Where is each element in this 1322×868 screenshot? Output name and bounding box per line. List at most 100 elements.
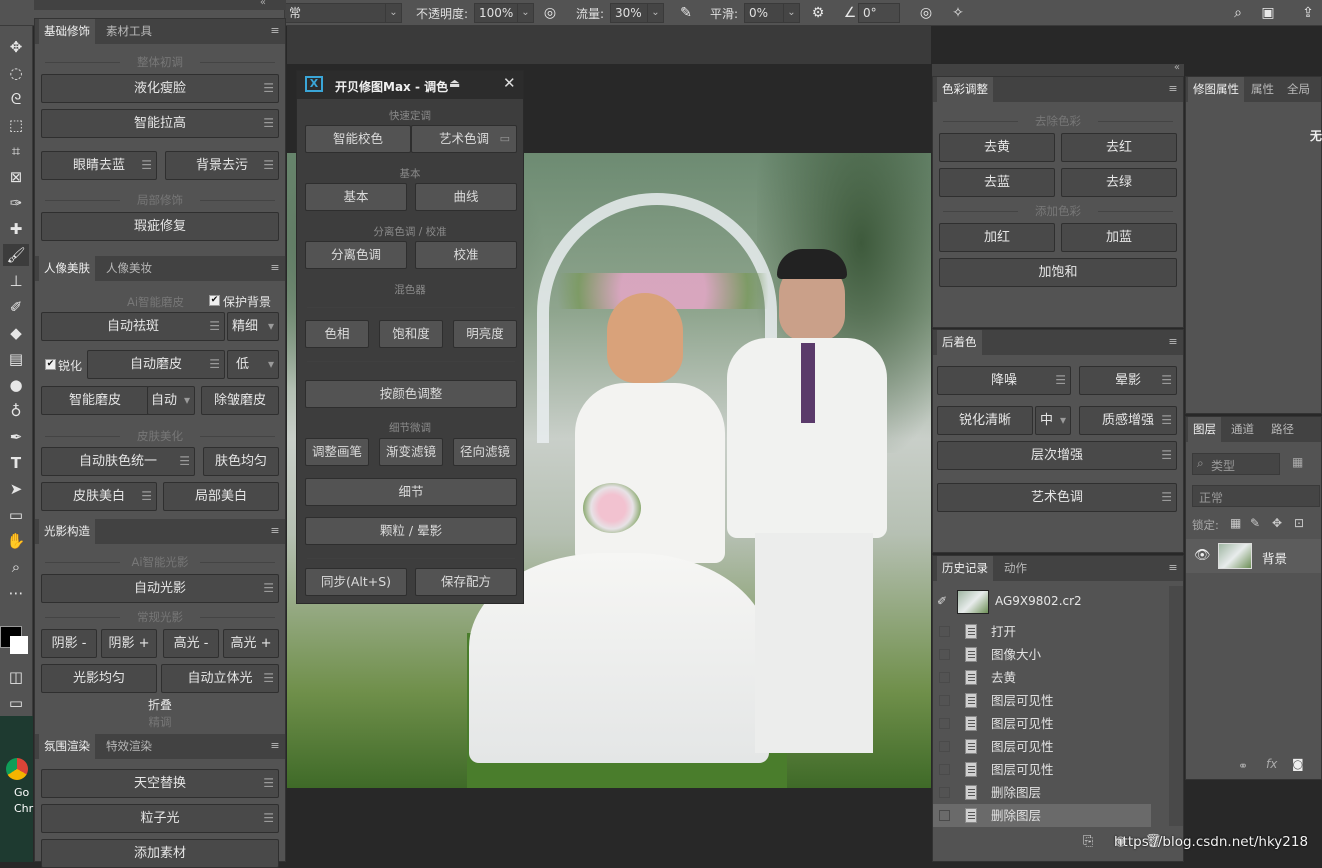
- airbrush-icon[interactable]: ✎: [676, 3, 696, 23]
- sky-replace-button[interactable]: 天空替换 ☰: [41, 769, 279, 798]
- denoise-button[interactable]: 降噪 ☰: [937, 366, 1071, 395]
- bg-clean-button[interactable]: 背景去污 ☰: [165, 151, 279, 180]
- history-item-selected[interactable]: 删除图层: [933, 804, 1151, 827]
- whiten-button[interactable]: 皮肤美白 ☰: [41, 482, 157, 511]
- light-even-button[interactable]: 光影均匀: [41, 664, 157, 693]
- history-scrollbar[interactable]: [1169, 586, 1183, 826]
- checkbox[interactable]: [939, 626, 950, 637]
- adjust-brush-button[interactable]: 调整画笔: [305, 438, 369, 466]
- sync-button[interactable]: 同步(Alt+S): [305, 568, 407, 596]
- screen-mode-icon[interactable]: ▭: [3, 692, 29, 714]
- flow-select[interactable]: 30% ⌄: [610, 3, 664, 23]
- frame-tool-icon[interactable]: ⊠: [3, 166, 29, 188]
- angle-input[interactable]: 0°: [858, 3, 900, 23]
- gradient-filter-button[interactable]: 渐变滤镜: [379, 438, 443, 466]
- eject-icon[interactable]: ⏏: [449, 76, 460, 90]
- checkbox[interactable]: [939, 672, 950, 683]
- tab-ambience[interactable]: 氛围渲染: [39, 734, 95, 759]
- workspace-icon[interactable]: ▣: [1258, 3, 1278, 23]
- opacity-select[interactable]: 100% ⌄: [474, 3, 534, 23]
- shadow-minus-button[interactable]: 阴影 -: [41, 629, 97, 658]
- smart-color-button[interactable]: 智能校色: [305, 125, 411, 153]
- auto-select[interactable]: 自动 ▾: [147, 386, 195, 415]
- background-color-swatch[interactable]: [10, 636, 28, 654]
- saturation-button[interactable]: 饱和度: [379, 320, 443, 348]
- gradient-tool-icon[interactable]: ▤: [3, 348, 29, 370]
- liquify-button[interactable]: 液化瘦脸 ☰: [41, 74, 279, 103]
- eye-blue-button[interactable]: 眼睛去蓝 ☰: [41, 151, 157, 180]
- art-color-button[interactable]: 艺术色调 ▭: [411, 125, 517, 153]
- checkbox[interactable]: [939, 718, 950, 729]
- luminance-button[interactable]: 明亮度: [453, 320, 517, 348]
- type-tool-icon[interactable]: T: [3, 452, 29, 474]
- protect-bg-checkbox[interactable]: ✔: [209, 295, 220, 306]
- checkbox[interactable]: [939, 649, 950, 660]
- remove-yellow-button[interactable]: 去黄: [939, 133, 1055, 162]
- history-item[interactable]: 图层可见性: [933, 689, 1151, 712]
- tab-actions[interactable]: 动作: [999, 556, 1032, 581]
- checkbox[interactable]: [939, 810, 950, 821]
- lock-pixels-icon[interactable]: ▦: [1230, 516, 1241, 530]
- tab-material-tools[interactable]: 素材工具: [101, 19, 157, 44]
- layer-row-background[interactable]: 👁 背景: [1186, 539, 1321, 573]
- auto-light-button[interactable]: 自动光影 ☰: [41, 574, 279, 603]
- lock-paint-icon[interactable]: ✎: [1250, 516, 1260, 530]
- smooth-select[interactable]: 0% ⌄: [744, 3, 800, 23]
- history-item[interactable]: 图像大小: [933, 643, 1151, 666]
- low-select[interactable]: 低 ▾: [227, 350, 279, 379]
- checkbox[interactable]: [939, 695, 950, 706]
- curve-button[interactable]: 曲线: [415, 183, 517, 211]
- tab-color-adjust[interactable]: 色彩调整: [937, 77, 993, 102]
- tab-portrait-makeup[interactable]: 人像美妆: [101, 256, 157, 281]
- path-select-icon[interactable]: ➤: [3, 478, 29, 500]
- history-item[interactable]: 打开: [933, 620, 1151, 643]
- panel-menu-icon[interactable]: ≡: [1167, 336, 1179, 348]
- share-icon[interactable]: ⇪: [1298, 3, 1318, 23]
- split-tone-button[interactable]: 分离色调: [305, 241, 407, 269]
- new-document-icon[interactable]: ⎘: [1083, 834, 1093, 849]
- tab-history[interactable]: 历史记录: [937, 556, 993, 581]
- stamp-tool-icon[interactable]: ⊥: [3, 270, 29, 292]
- save-recipe-button[interactable]: 保存配方: [415, 568, 517, 596]
- grain-vignette-button[interactable]: 颗粒 / 晕影: [305, 517, 517, 545]
- blemish-button[interactable]: 瑕疵修复: [41, 212, 279, 241]
- auto-spot-button[interactable]: 自动祛斑 ☰: [41, 312, 225, 341]
- tab-portrait-skin[interactable]: 人像美肤: [39, 256, 95, 281]
- left-collapse-bar[interactable]: «: [34, 0, 286, 10]
- fx-icon[interactable]: fx: [1266, 757, 1277, 771]
- history-snapshot[interactable]: ✐ AG9X9802.cr2: [933, 586, 1167, 618]
- link-layers-icon[interactable]: ⚭: [1238, 759, 1248, 773]
- particle-light-button[interactable]: 粒子光 ☰: [41, 804, 279, 833]
- mid-select[interactable]: 中 ▾: [1035, 406, 1071, 435]
- checkbox[interactable]: [939, 764, 950, 775]
- history-item[interactable]: 删除图层: [933, 781, 1151, 804]
- panel-menu-icon[interactable]: ≡: [269, 25, 281, 37]
- pressure-opacity-icon[interactable]: ◎: [540, 3, 560, 23]
- auto-smooth-button[interactable]: 自动磨皮 ☰: [87, 350, 225, 379]
- radial-filter-button[interactable]: 径向滤镜: [453, 438, 517, 466]
- tab-layers[interactable]: 图层: [1188, 417, 1221, 442]
- add-material-button[interactable]: 添加素材: [41, 839, 279, 868]
- healing-brush-icon[interactable]: ✚: [3, 218, 29, 240]
- lock-move-icon[interactable]: ✥: [1272, 516, 1282, 530]
- hue-button[interactable]: 色相: [305, 320, 369, 348]
- zoom-tool-icon[interactable]: ⌕: [3, 556, 29, 578]
- pen-tool-icon[interactable]: ✒: [3, 426, 29, 448]
- dodge-tool-icon[interactable]: ♁: [3, 400, 29, 422]
- move-tool-icon[interactable]: ✥: [3, 36, 29, 58]
- tab-effects[interactable]: 特效渲染: [101, 734, 157, 759]
- gear-icon[interactable]: ⚙: [808, 3, 828, 23]
- sharpen-checkbox[interactable]: ✔: [45, 359, 56, 370]
- crop-tool-icon[interactable]: ⌗: [3, 140, 29, 162]
- adjust-by-color-button[interactable]: 按颜色调整: [305, 380, 517, 408]
- panel-menu-icon[interactable]: ≡: [1167, 83, 1179, 95]
- history-item[interactable]: 图层可见性: [933, 735, 1151, 758]
- image-filter-icon[interactable]: ▦: [1292, 455, 1303, 469]
- calibrate-button[interactable]: 校准: [415, 241, 517, 269]
- history-item[interactable]: 图层可见性: [933, 758, 1151, 781]
- blend-mode-dropdown[interactable]: 正常: [1192, 485, 1320, 507]
- texture-enhance-button[interactable]: 质感增强 ☰: [1079, 406, 1177, 435]
- checkbox[interactable]: [939, 787, 950, 798]
- panel-menu-icon[interactable]: ≡: [269, 262, 281, 274]
- tab-post-color[interactable]: 后着色: [937, 330, 982, 355]
